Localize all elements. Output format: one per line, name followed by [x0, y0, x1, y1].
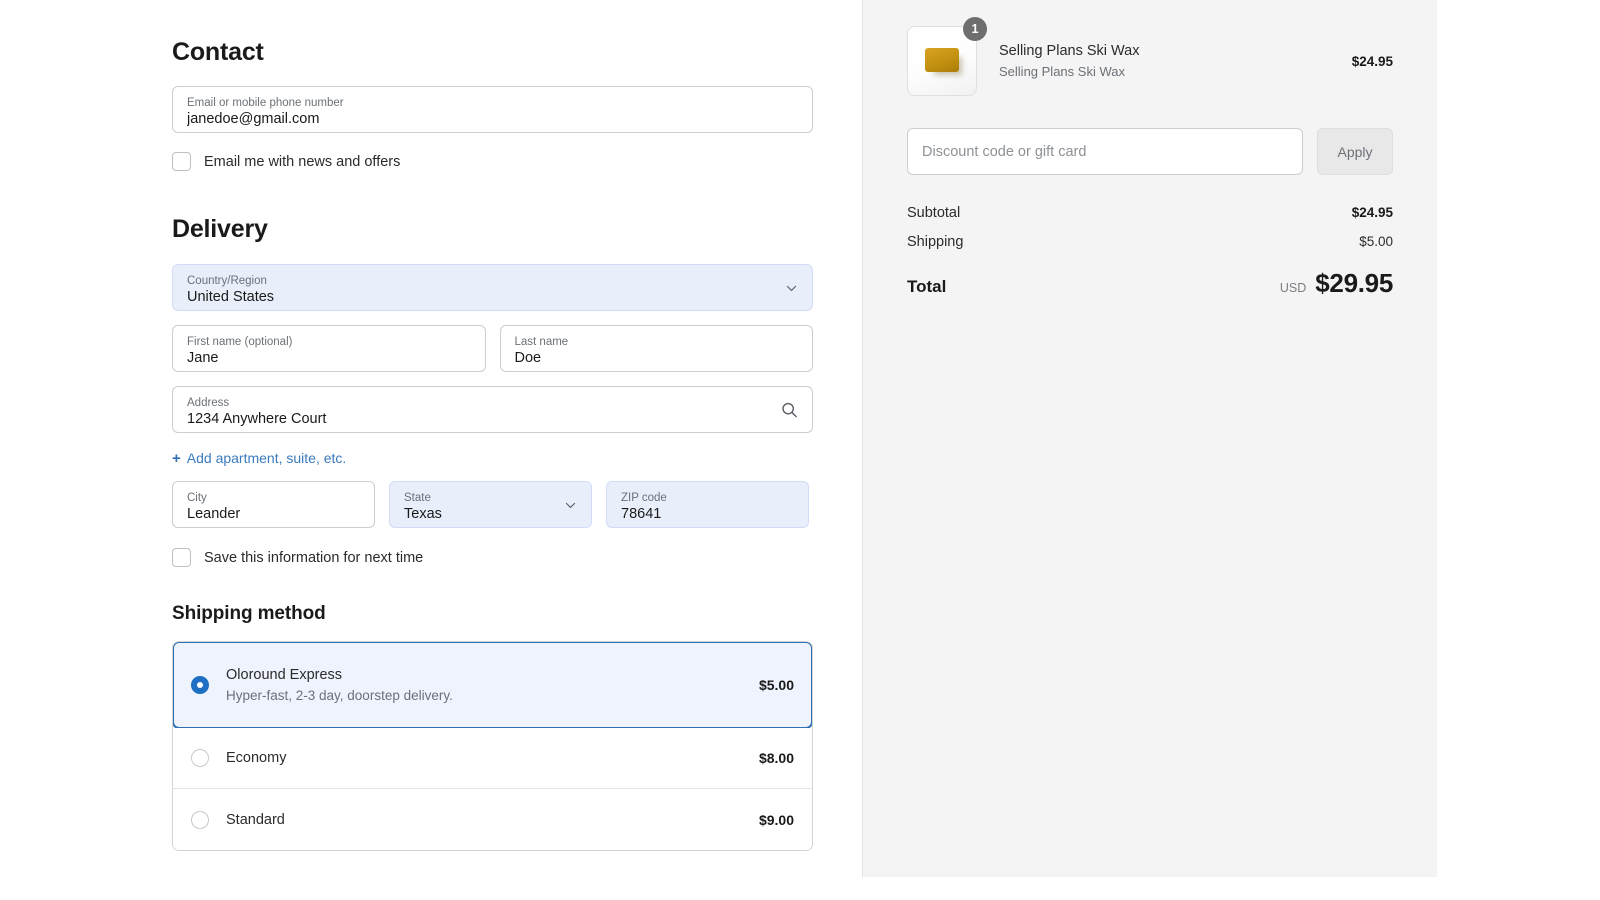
shipping-option-name: Standard	[226, 811, 285, 828]
subtotal-value: $24.95	[1351, 205, 1393, 220]
city-value: Leander	[187, 506, 241, 522]
shipping-label: Shipping	[907, 234, 964, 250]
country-region-label: Country/Region	[187, 275, 267, 287]
last-name-field[interactable]: Last name Doe	[499, 325, 813, 372]
product-info: Selling Plans Ski Wax Selling Plans Ski …	[999, 43, 1352, 79]
save-info-label: Save this information for next time	[204, 549, 424, 566]
last-name-value: Doe	[514, 350, 542, 366]
discount-code-input[interactable]: Discount code or gift card	[907, 128, 1303, 175]
country-region-select[interactable]: Country/Region United States	[172, 264, 813, 311]
email-optin-label: Email me with news and offers	[204, 153, 401, 170]
address-value: 1234 Anywhere Court	[187, 411, 327, 427]
plus-icon: +	[172, 450, 181, 467]
checkbox-icon[interactable]	[172, 548, 191, 567]
apply-discount-button[interactable]: Apply	[1317, 128, 1393, 175]
shipping-value: $5.00	[1359, 234, 1393, 249]
total-currency: USD	[1279, 281, 1307, 295]
order-summary-panel: 1 Selling Plans Ski Wax Selling Plans Sk…	[862, 0, 1437, 877]
shipping-option-price: $8.00	[758, 750, 794, 766]
zip-code-label: ZIP code	[621, 492, 667, 504]
total-value: $29.95	[1315, 268, 1393, 298]
zip-code-field[interactable]: ZIP code 78641	[606, 481, 809, 528]
shipping-option-name: Oloround Express	[226, 667, 343, 683]
checkout-page: Contact Email or mobile phone number jan…	[0, 0, 1600, 900]
shipping-option-name: Economy	[226, 750, 287, 766]
state-select[interactable]: State Texas	[389, 481, 592, 528]
first-name-value: Jane	[187, 350, 219, 366]
first-name-label: First name (optional)	[187, 336, 293, 348]
shipping-option-price: $5.00	[758, 677, 794, 693]
checkout-form: Contact Email or mobile phone number jan…	[172, 0, 813, 851]
shipping-option-express[interactable]: Oloround Express Hyper-fast, 2-3 day, do…	[173, 642, 812, 729]
save-info-checkbox-row[interactable]: Save this information for next time	[172, 548, 813, 567]
radio-icon[interactable]	[191, 810, 209, 829]
order-line-item: 1 Selling Plans Ski Wax Selling Plans Sk…	[907, 17, 1393, 96]
chevron-down-icon	[565, 502, 576, 508]
state-value: Texas	[404, 506, 442, 522]
shipping-option-price: $9.00	[758, 811, 794, 828]
email-field-label: Email or mobile phone number	[187, 97, 344, 109]
product-thumbnail-wrap: 1	[907, 17, 987, 96]
checkbox-icon[interactable]	[172, 152, 191, 171]
email-optin-checkbox-row[interactable]: Email me with news and offers	[172, 152, 813, 171]
city-field[interactable]: City Leander	[172, 481, 375, 528]
radio-icon[interactable]	[191, 749, 209, 767]
zip-code-value: 78641	[621, 506, 662, 522]
shipping-option-standard[interactable]: Standard $9.00	[173, 789, 812, 850]
chevron-down-icon	[786, 285, 797, 291]
quantity-badge: 1	[963, 17, 987, 41]
ski-wax-icon	[925, 48, 959, 72]
last-name-label: Last name	[514, 336, 569, 348]
state-label: State	[404, 492, 431, 504]
name-row: First name (optional) Jane Last name Doe	[172, 325, 813, 372]
shipping-option-economy[interactable]: Economy $8.00	[173, 728, 812, 789]
address-label: Address	[187, 397, 230, 409]
shipping-method-title: Shipping method	[172, 603, 326, 624]
product-variant: Selling Plans Ski Wax	[999, 64, 1125, 79]
total-label: Total	[907, 277, 947, 296]
delivery-section-title: Delivery	[172, 215, 268, 243]
contact-section-title: Contact	[172, 38, 264, 66]
checkout-form-column: Contact Email or mobile phone number jan…	[0, 0, 862, 900]
email-field[interactable]: Email or mobile phone number janedoe@gma…	[172, 86, 813, 133]
shipping-option-description: Hyper-fast, 2-3 day, doorstep delivery.	[226, 688, 453, 703]
address-field[interactable]: Address 1234 Anywhere Court	[172, 386, 813, 433]
add-apartment-label: Add apartment, suite, etc.	[186, 450, 347, 466]
first-name-field[interactable]: First name (optional) Jane	[172, 325, 486, 372]
city-label: City	[187, 492, 207, 504]
order-totals: Subtotal $24.95 Shipping $5.00 Total USD…	[907, 205, 1393, 299]
city-state-zip-row: City Leander State Texas ZIP code 78641	[172, 481, 813, 528]
product-title: Selling Plans Ski Wax	[999, 43, 1140, 59]
subtotal-label: Subtotal	[907, 205, 961, 221]
search-icon[interactable]	[780, 400, 799, 419]
email-field-value: janedoe@gmail.com	[187, 111, 320, 127]
order-summary: 1 Selling Plans Ski Wax Selling Plans Sk…	[863, 0, 1437, 299]
shipping-method-list: Oloround Express Hyper-fast, 2-3 day, do…	[172, 641, 813, 851]
product-price: $24.95	[1351, 53, 1393, 69]
country-region-value: United States	[187, 289, 275, 305]
shipping-row: Shipping $5.00	[907, 234, 1393, 250]
subtotal-row: Subtotal $24.95	[907, 205, 1393, 221]
grand-total-row: Total USD $29.95	[907, 268, 1393, 299]
radio-selected-icon[interactable]	[191, 676, 209, 694]
discount-row: Discount code or gift card Apply	[907, 128, 1393, 175]
add-apartment-link[interactable]: + Add apartment, suite, etc.	[172, 450, 346, 467]
